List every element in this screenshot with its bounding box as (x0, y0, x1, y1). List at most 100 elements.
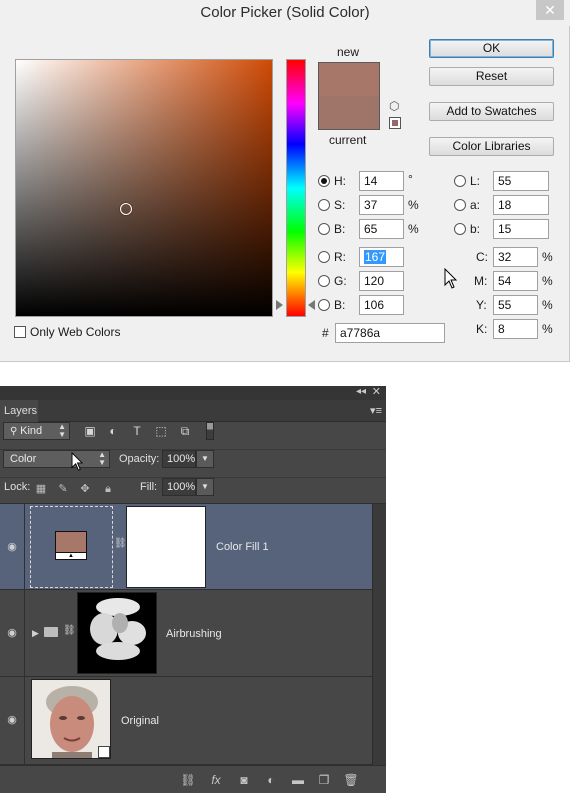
a-input[interactable]: 18 (493, 195, 549, 215)
m-input[interactable]: 54 (493, 271, 538, 291)
panel-menu-icon[interactable]: ▾≡ (370, 404, 382, 417)
lock-transparent-icon[interactable]: ▦ (34, 482, 48, 496)
y-unit: % (542, 298, 553, 312)
color-libraries-button[interactable]: Color Libraries (429, 137, 554, 156)
new-label: new (337, 45, 360, 59)
opacity-input[interactable]: 100% (162, 450, 196, 468)
panel-tab-bar: Layers ▾≡ (0, 400, 386, 422)
filter-toggle[interactable] (206, 422, 214, 440)
layer-name[interactable]: Color Fill 1 (216, 541, 269, 553)
c-input[interactable]: 32 (493, 247, 538, 267)
layer-name[interactable]: Original (121, 715, 159, 727)
g-input[interactable]: 120 (359, 271, 404, 291)
hue-slider[interactable] (286, 59, 306, 317)
lock-position-icon[interactable]: ✥ (78, 482, 92, 496)
c-label: C: (476, 250, 488, 264)
fill-dropdown-icon[interactable]: ▼ (196, 478, 214, 496)
close-button[interactable]: ✕ (536, 0, 564, 20)
s-radio[interactable] (318, 199, 330, 211)
a-radio[interactable] (454, 199, 466, 211)
link-icon[interactable]: ⛓ (63, 625, 76, 636)
search-icon: ⚲ (10, 426, 21, 437)
reset-button[interactable]: Reset (429, 67, 554, 86)
blend-mode-dropdown[interactable]: Color ▲ ▼ (3, 450, 110, 468)
b-input[interactable]: 65 (359, 219, 404, 239)
collapse-icon[interactable]: ◂◂ (356, 386, 366, 397)
current-color-swatch[interactable] (319, 96, 379, 129)
hue-slider-left-arrow-icon[interactable] (276, 300, 283, 310)
y-input[interactable]: 55 (493, 295, 538, 315)
hue-slider-right-arrow-icon[interactable] (308, 300, 315, 310)
add-mask-icon[interactable]: ◙ (236, 772, 252, 788)
fill-thumbnail[interactable]: ▲ (30, 506, 113, 588)
fill-input[interactable]: 100% (162, 478, 196, 496)
gamut-cube-icon[interactable]: ⬡ (389, 99, 399, 113)
ok-button[interactable]: OK (429, 39, 554, 58)
fill-label: Fill: (140, 481, 158, 493)
lock-all-icon[interactable]: 🔒︎ (101, 482, 115, 496)
r-input[interactable]: 167 (359, 247, 404, 267)
eye-icon[interactable]: ◉ (5, 542, 19, 553)
filter-kind-dropdown[interactable]: ⚲ Kind ▲ ▼ (3, 422, 70, 440)
tab-layers[interactable]: Layers (0, 400, 38, 422)
layer-mask-thumbnail[interactable] (126, 506, 206, 588)
r-label: R: (334, 250, 346, 264)
dialog-title: Color Picker (Solid Color) (200, 4, 370, 21)
color-field[interactable] (15, 59, 273, 317)
lab-b-radio[interactable] (454, 223, 466, 235)
opacity-dropdown-icon[interactable]: ▼ (196, 450, 214, 468)
lock-image-icon[interactable]: ✎ (56, 482, 70, 496)
h-input[interactable]: 14 (359, 171, 404, 191)
r-radio[interactable] (318, 251, 330, 263)
blue-input[interactable]: 106 (359, 295, 404, 315)
group-mask-thumbnail[interactable] (77, 592, 157, 674)
g-radio[interactable] (318, 275, 330, 287)
add-to-swatches-button[interactable]: Add to Swatches (429, 102, 554, 121)
smart-object-filter-icon[interactable]: ⧉ (177, 423, 193, 439)
expand-arrow-icon[interactable]: ▶ (32, 628, 39, 639)
s-label: S: (334, 198, 346, 212)
only-web-colors-checkbox[interactable] (14, 326, 26, 338)
layers-scrollbar[interactable] (372, 504, 386, 765)
adjustment-filter-icon[interactable]: ◐ (105, 423, 121, 439)
a-label: a: (470, 198, 481, 212)
pixel-filter-icon[interactable]: ▣ (82, 423, 98, 439)
new-group-icon[interactable]: ▬ (290, 772, 306, 788)
trash-icon[interactable]: 🗑︎ (343, 772, 359, 788)
shape-filter-icon[interactable]: ⬚ (153, 423, 169, 439)
only-web-colors-label: Only Web Colors (30, 325, 121, 339)
fill-color-swatch (55, 531, 87, 553)
lock-label: Lock: (4, 481, 31, 493)
layer-row-airbrushing[interactable]: ◉ ▶ ⛓ Airbrushing (0, 590, 372, 677)
b-radio[interactable] (318, 223, 330, 235)
blue-radio[interactable] (318, 299, 330, 311)
layer-row-original[interactable]: ◉ Original (0, 677, 372, 765)
c-unit: % (542, 250, 553, 264)
l-input[interactable]: 55 (493, 171, 549, 191)
updown-arrows-icon: ▲ ▼ (58, 422, 66, 439)
eye-icon[interactable]: ◉ (5, 628, 19, 639)
updown-arrows-icon: ▲ ▼ (98, 450, 106, 467)
mask-shape (90, 598, 146, 660)
lab-b-label: b: (470, 222, 481, 236)
type-filter-icon[interactable]: T (129, 423, 145, 439)
lab-b-input[interactable]: 15 (493, 219, 549, 239)
adjustment-layer-icon[interactable]: ◐ (263, 772, 279, 788)
layer-row-color-fill[interactable]: ◉ ▲ ⛓ Color Fill 1 (0, 504, 372, 590)
panel-close-icon[interactable]: ✕ (372, 385, 381, 398)
h-unit: ° (408, 172, 413, 186)
l-radio[interactable] (454, 175, 466, 187)
new-layer-icon[interactable]: ❐ (316, 772, 332, 788)
color-field-cursor[interactable] (120, 203, 132, 215)
link-layers-icon[interactable]: ⛓ (180, 772, 196, 788)
fx-icon[interactable]: fx (208, 772, 224, 788)
s-input[interactable]: 37 (359, 195, 404, 215)
layer-thumbnail[interactable] (31, 679, 111, 759)
h-radio[interactable] (318, 175, 330, 187)
eye-icon[interactable]: ◉ (5, 715, 19, 726)
k-input[interactable]: 8 (493, 319, 538, 339)
web-safe-swatch-icon[interactable] (389, 117, 401, 129)
hex-input[interactable]: a7786a (335, 323, 445, 343)
link-icon[interactable]: ⛓ (114, 538, 127, 549)
layer-name[interactable]: Airbrushing (166, 628, 222, 640)
